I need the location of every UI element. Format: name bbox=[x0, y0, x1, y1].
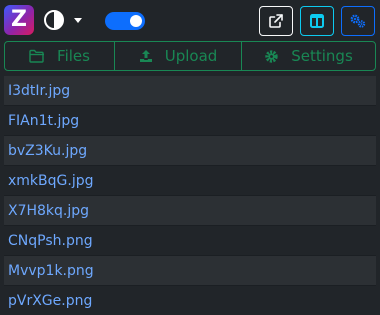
file-item[interactable]: xmkBqG.jpg bbox=[4, 166, 376, 196]
app-root: Z Files Upload Settings I3dtIr.jpg FIAn1… bbox=[0, 0, 380, 315]
switch-knob bbox=[130, 15, 142, 27]
caret-down-icon bbox=[74, 17, 82, 23]
file-item[interactable]: bvZ3Ku.jpg bbox=[4, 136, 376, 166]
file-item[interactable]: X7H8kq.jpg bbox=[4, 196, 376, 226]
tab-settings[interactable]: Settings bbox=[241, 42, 375, 70]
top-bar: Z bbox=[0, 0, 380, 40]
half-circle-icon bbox=[44, 10, 64, 30]
file-item[interactable]: CNqPsh.png bbox=[4, 226, 376, 256]
gears-icon bbox=[349, 13, 367, 29]
file-item[interactable]: FIAn1t.jpg bbox=[4, 106, 376, 136]
dark-mode-switch[interactable] bbox=[105, 12, 145, 30]
tab-settings-label: Settings bbox=[291, 47, 353, 65]
panel-layout-icon bbox=[310, 14, 324, 28]
file-item[interactable]: pVrXGe.png bbox=[4, 286, 376, 315]
file-list: I3dtIr.jpg FIAn1t.jpg bvZ3Ku.jpg xmkBqG.… bbox=[4, 76, 376, 315]
logo-letter: Z bbox=[11, 7, 27, 32]
upload-icon bbox=[139, 49, 153, 63]
folder-icon bbox=[29, 49, 45, 63]
file-item[interactable]: I3dtIr.jpg bbox=[4, 76, 376, 106]
tab-files-label: Files bbox=[57, 47, 90, 65]
theme-dropdown[interactable] bbox=[44, 9, 92, 31]
gear-icon bbox=[264, 49, 279, 64]
open-external-button[interactable] bbox=[259, 6, 293, 36]
app-logo[interactable]: Z bbox=[4, 5, 34, 35]
tab-files[interactable]: Files bbox=[5, 42, 114, 70]
advanced-settings-button[interactable] bbox=[341, 6, 375, 36]
file-item[interactable]: Mvvp1k.png bbox=[4, 256, 376, 286]
main-tab-bar: Files Upload Settings bbox=[4, 41, 376, 71]
tab-upload-label: Upload bbox=[164, 47, 218, 65]
toggle-panel-button[interactable] bbox=[300, 6, 334, 36]
tab-upload[interactable]: Upload bbox=[114, 42, 241, 70]
external-link-icon bbox=[268, 13, 284, 29]
